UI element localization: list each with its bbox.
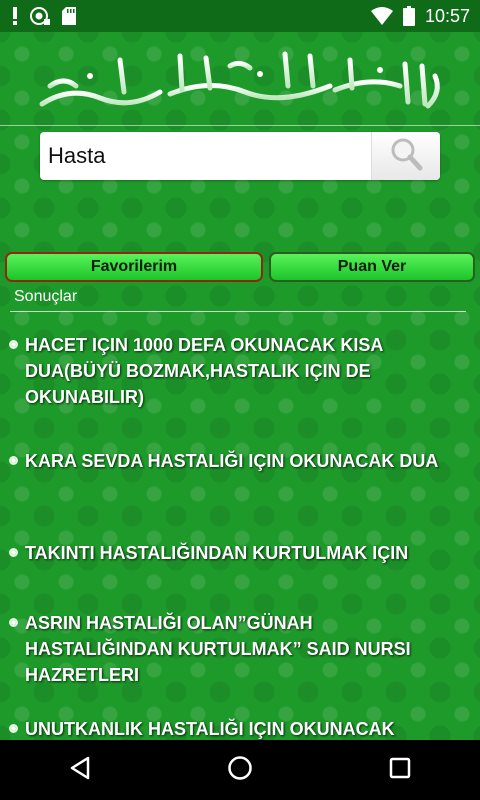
header-divider	[0, 125, 480, 126]
rate-button[interactable]: Puan Ver	[269, 252, 475, 282]
recents-icon	[389, 757, 411, 784]
exclamation-icon	[12, 7, 18, 25]
navigation-bar	[0, 740, 480, 800]
results-divider	[10, 311, 466, 312]
main-content: Favorilerim Puan Ver Sonuçlar HACET IÇIN…	[0, 32, 480, 740]
bullet-icon	[9, 456, 18, 465]
status-left	[12, 7, 76, 25]
bullet-icon	[9, 618, 18, 627]
list-item[interactable]: HACET IÇIN 1000 DEFA OKUNACAK KISA DUA(B…	[0, 332, 480, 410]
search-input[interactable]	[40, 132, 371, 180]
result-title: ASRIN HASTALIĞI OLAN”GÜNAH HASTALIĞINDAN…	[25, 613, 411, 685]
clock: 10:57	[424, 5, 470, 26]
sd-card-icon	[62, 7, 76, 25]
search-icon	[388, 136, 424, 177]
back-button[interactable]	[50, 750, 110, 790]
list-item[interactable]: UNUTKANLIK HASTALIĞI IÇIN OKUNACAK	[0, 716, 413, 740]
list-item[interactable]: KARA SEVDA HASTALIĞI IÇIN OKUNACAK DUA	[0, 448, 456, 474]
favorites-button[interactable]: Favorilerim	[5, 252, 263, 282]
home-button[interactable]	[210, 750, 270, 790]
status-bar: 10:57	[0, 0, 480, 32]
status-right: 10:57	[370, 5, 470, 27]
wifi-icon	[370, 7, 393, 25]
recents-button[interactable]	[370, 750, 430, 790]
search-button[interactable]	[371, 132, 440, 180]
result-title: KARA SEVDA HASTALIĞI IÇIN OKUNACAK DUA	[25, 451, 439, 471]
bullet-icon	[9, 548, 18, 557]
search-bar	[40, 132, 440, 180]
results-label: Sonuçlar	[14, 288, 78, 305]
basmala-calligraphy-icon	[30, 46, 450, 116]
header-band	[0, 32, 480, 126]
result-title: HACET IÇIN 1000 DEFA OKUNACAK KISA DUA(B…	[25, 335, 383, 407]
list-item[interactable]: ASRIN HASTALIĞI OLAN”GÜNAH HASTALIĞINDAN…	[0, 610, 480, 688]
camera-notification-icon	[30, 7, 50, 25]
list-item[interactable]: TAKINTI HASTALIĞINDAN KURTULMAK IÇIN	[0, 540, 426, 566]
result-title: TAKINTI HASTALIĞINDAN KURTULMAK IÇIN	[25, 543, 409, 563]
bullet-icon	[9, 724, 18, 733]
action-buttons: Favorilerim Puan Ver	[5, 252, 475, 282]
home-icon	[227, 755, 253, 786]
back-icon	[69, 756, 91, 785]
battery-icon	[402, 6, 415, 26]
result-title: UNUTKANLIK HASTALIĞI IÇIN OKUNACAK	[25, 719, 395, 739]
bullet-icon	[9, 340, 18, 349]
